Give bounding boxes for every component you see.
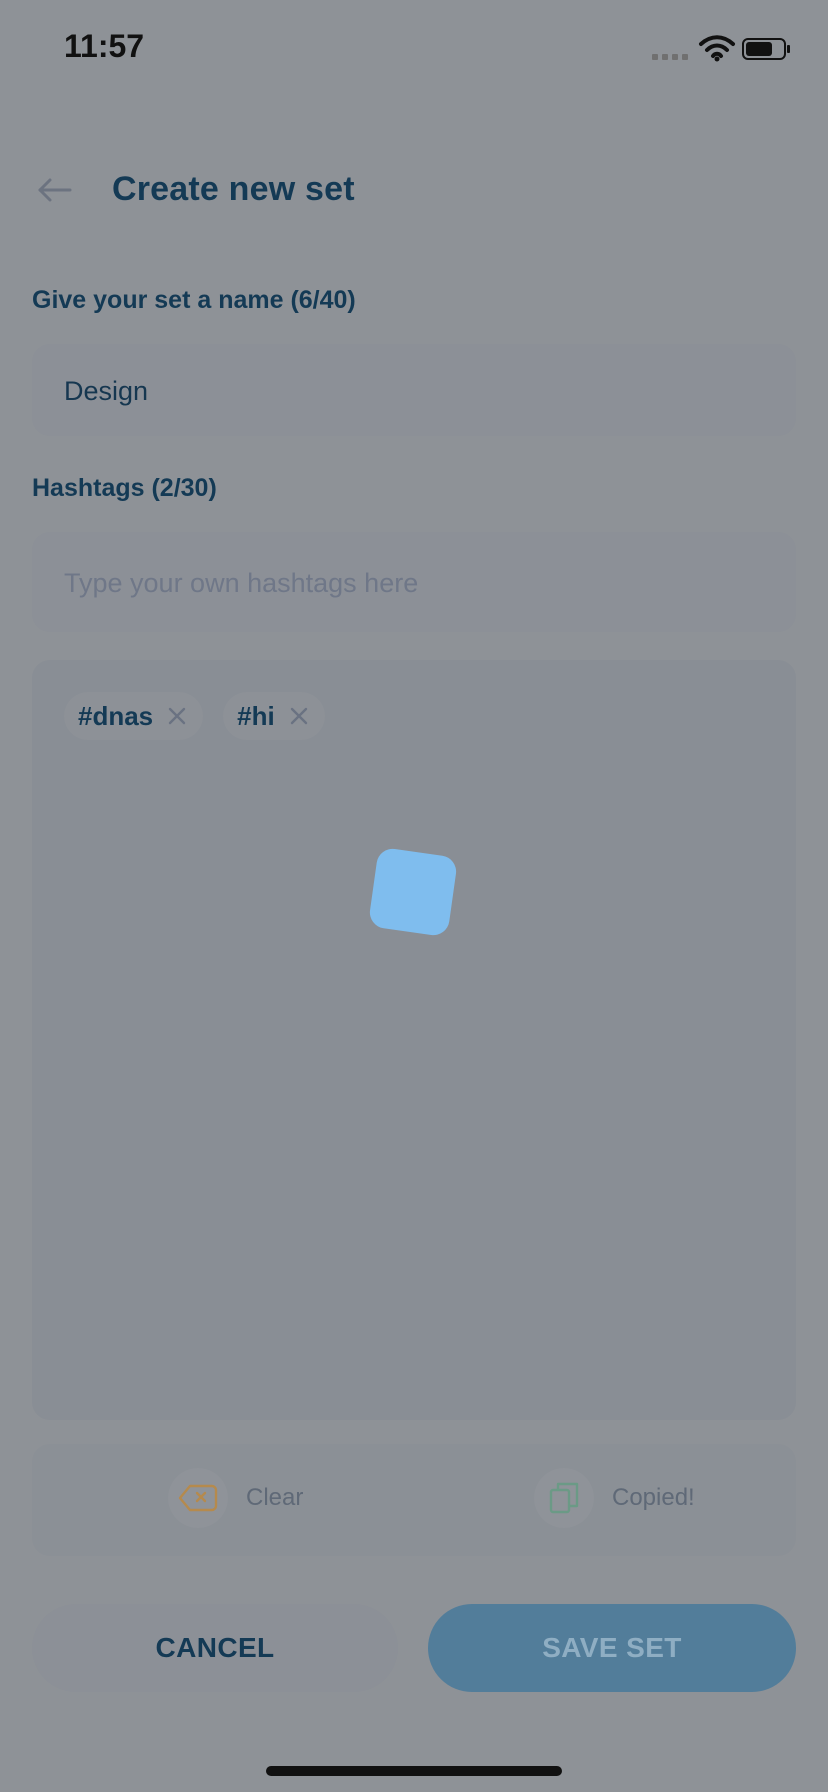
copy-button[interactable]: Copied!	[534, 1468, 695, 1528]
tags-panel: #dnas #hi	[32, 660, 796, 1420]
set-name-input[interactable]: Design	[32, 344, 796, 436]
clear-button[interactable]: Clear	[168, 1468, 303, 1528]
hashtag-input[interactable]: Type your own hashtags here	[32, 532, 796, 632]
clear-label: Clear	[246, 1484, 304, 1511]
back-arrow-icon[interactable]	[34, 172, 74, 208]
tag-text: #hi	[237, 700, 275, 731]
page-title: Create new set	[112, 170, 355, 208]
set-name-value: Design	[64, 376, 149, 406]
hashtag-placeholder: Type your own hashtags here	[64, 568, 419, 598]
tag-chip[interactable]: #hi	[223, 692, 325, 740]
backspace-icon	[178, 1484, 218, 1512]
signal-icon	[652, 54, 688, 60]
close-icon[interactable]	[287, 704, 311, 728]
status-bar: 11:57	[0, 0, 828, 100]
bottom-actions: CANCEL SAVE SET	[32, 1604, 796, 1692]
home-indicator	[266, 1766, 562, 1776]
loading-indicator	[367, 846, 459, 938]
tag-chip[interactable]: #dnas	[64, 692, 204, 740]
set-name-label: Give your set a name (6/40)	[32, 286, 356, 314]
battery-icon	[742, 38, 790, 60]
copy-icon-wrap	[534, 1468, 594, 1528]
action-panel: Clear Copied!	[32, 1444, 796, 1556]
close-icon[interactable]	[165, 704, 189, 728]
cancel-button[interactable]: CANCEL	[32, 1604, 398, 1692]
wifi-icon	[699, 35, 735, 62]
status-time: 11:57	[64, 28, 145, 64]
save-set-button[interactable]: SAVE SET	[428, 1604, 796, 1692]
tags-row: #dnas #hi	[64, 692, 325, 740]
hashtags-label: Hashtags (2/30)	[32, 474, 217, 502]
copy-label: Copied!	[612, 1484, 695, 1511]
clear-icon-wrap	[168, 1468, 228, 1528]
copy-icon	[549, 1482, 579, 1514]
screen: 11:57 Create new set Give your set a nam…	[0, 0, 828, 1792]
tag-text: #dnas	[78, 700, 154, 731]
header: Create new set	[0, 150, 828, 230]
